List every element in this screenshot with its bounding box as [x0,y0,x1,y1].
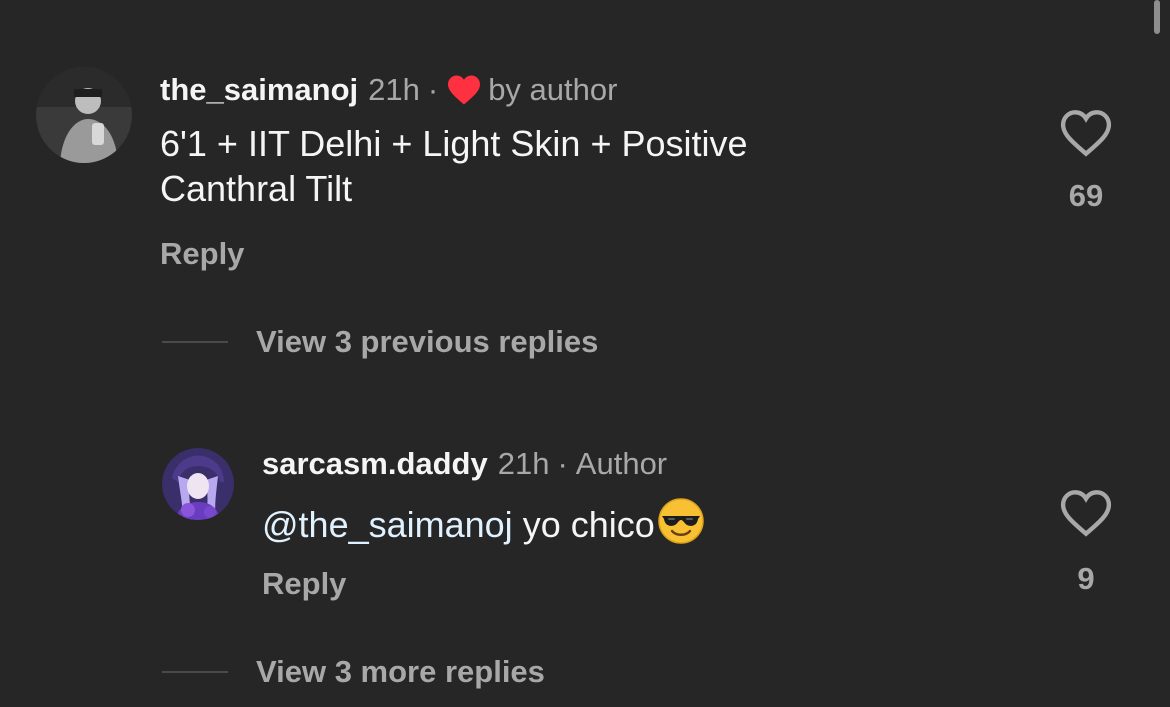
divider-line [162,341,228,343]
sunglasses-emoji-icon [657,497,705,555]
view-previous-replies-label[interactable]: View 3 previous replies [256,324,598,360]
heart-icon [446,74,482,106]
heart-outline-icon [1060,110,1112,157]
view-more-replies[interactable]: View 3 more replies [162,654,545,690]
separator: · [427,72,439,107]
username[interactable]: sarcasm.daddy [262,446,488,482]
liked-by-author-label: by author [488,72,618,107]
comment-meta: the_saimanoj 21h · by author [160,70,617,110]
divider-line [162,671,228,673]
heart-outline-icon [1060,490,1112,537]
comments-thread: the_saimanoj 21h · by author 6'1 + IIT D… [0,0,1170,707]
scrollbar[interactable] [1154,0,1160,34]
like-button[interactable] [1059,109,1113,162]
timestamp: 21h [368,72,420,107]
avatar[interactable] [162,448,234,520]
reply-button[interactable]: Reply [262,566,346,602]
reply-text-body: yo chico [512,504,655,545]
like-count: 9 [1077,561,1095,596]
separator: · [557,446,568,481]
reply-button[interactable]: Reply [160,236,244,272]
avatar[interactable] [36,67,132,163]
like-button[interactable] [1059,489,1113,542]
timestamp: 21h [497,446,550,481]
author-badge: Author [575,446,668,481]
reply-text: @the_saimanoj yo chico [262,497,705,555]
comment-text: 6'1 + IIT Delhi + Light Skin + Positive … [160,121,748,211]
mention-link[interactable]: @the_saimanoj [262,504,513,545]
view-previous-replies[interactable]: View 3 previous replies [162,324,598,360]
username[interactable]: the_saimanoj [160,72,358,108]
comment-text-line: Canthral Tilt [160,168,353,209]
like-count: 69 [1068,178,1104,213]
view-more-replies-label[interactable]: View 3 more replies [256,654,545,690]
reply-meta: sarcasm.daddy 21h · Author [262,444,667,484]
comment-text-line: 6'1 + IIT Delhi + Light Skin + Positive [160,123,748,164]
